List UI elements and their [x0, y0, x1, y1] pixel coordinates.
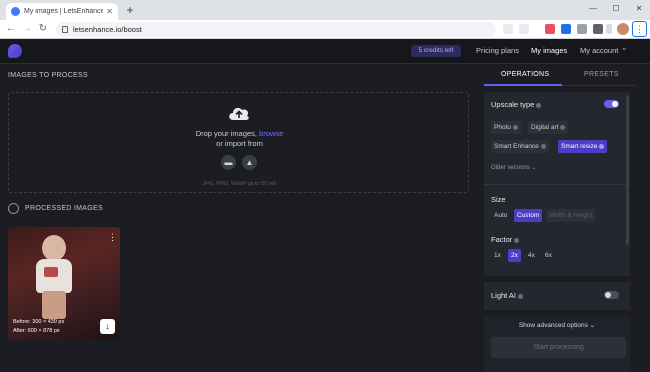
images-to-process-title: IMAGES TO PROCESS — [8, 72, 88, 79]
divider — [484, 184, 630, 185]
close-tab-icon[interactable]: ✕ — [106, 7, 113, 16]
upscale-type-toggle[interactable] — [604, 100, 619, 108]
option-smart-resize[interactable]: Smart resize — [558, 140, 608, 153]
tab-presets[interactable]: PRESETS — [584, 71, 619, 78]
factor-1x[interactable]: 1x — [491, 249, 504, 262]
logo-icon[interactable] — [8, 44, 22, 58]
sidebar-icon[interactable] — [606, 24, 612, 34]
select-all-radio[interactable] — [8, 203, 19, 214]
new-tab-icon[interactable]: + — [123, 3, 137, 17]
google-drive-icon[interactable]: ▲ — [242, 155, 257, 170]
close-window-icon[interactable]: ✕ — [628, 2, 650, 16]
reload-icon[interactable]: ↻ — [37, 23, 49, 35]
info-icon[interactable] — [518, 293, 524, 299]
factor-4x[interactable]: 4x — [525, 249, 538, 262]
factor-2x[interactable]: 2x — [508, 249, 521, 262]
browser-menu-icon[interactable]: ⋮ — [632, 21, 647, 37]
browser-toolbar: ← → ↻ letsenhance.io/boost ⋮ — [0, 20, 650, 39]
tab-title: My images | LetsEnhance.io - Im... — [24, 8, 104, 15]
start-processing-button[interactable]: Start processing — [491, 337, 626, 358]
share-icon[interactable] — [503, 24, 513, 34]
after-size: After: 600 × 878 px — [13, 328, 60, 334]
back-icon[interactable]: ← — [5, 23, 17, 35]
photo-thumbnail — [30, 235, 78, 319]
option-smart-enhance[interactable]: Smart Enhance — [491, 140, 549, 153]
cloud-upload-icon — [229, 107, 249, 120]
info-icon[interactable] — [514, 237, 520, 243]
import-text: or import from — [216, 139, 263, 148]
favicon-icon — [11, 7, 20, 16]
formats-hint: JPG, PNG, WebP up to 50 mb — [202, 181, 277, 187]
folder-icon[interactable]: ▬ — [221, 155, 236, 170]
processed-image-card[interactable]: ⋮ Before: 300 × 439 px After: 600 × 878 … — [8, 227, 120, 340]
size-label: Size — [491, 195, 506, 204]
main-content: IMAGES TO PROCESS Drop your images, brow… — [0, 64, 477, 372]
before-size: Before: 300 × 439 px — [13, 319, 65, 325]
extension-icon-2[interactable] — [577, 24, 587, 34]
option-photo[interactable]: Photo — [491, 121, 521, 134]
nav-my-account[interactable]: My account — [580, 46, 618, 55]
option-digital-art[interactable]: Digital art — [528, 121, 569, 134]
puzzle-icon[interactable] — [593, 24, 603, 34]
settings-panel: OPERATIONS PRESETS Upscale type Photo Di… — [477, 64, 650, 372]
size-auto[interactable]: Auto — [491, 209, 510, 222]
light-ai-toggle[interactable] — [604, 291, 619, 299]
tab-operations[interactable]: OPERATIONS — [501, 71, 549, 78]
light-ai-label: Light AI — [491, 291, 524, 300]
bookmark-star-icon[interactable] — [519, 24, 529, 34]
pocket-icon[interactable] — [545, 24, 555, 34]
minimize-icon[interactable]: — — [582, 2, 604, 16]
nav-pricing-plans[interactable]: Pricing plans — [476, 46, 519, 55]
active-tab-indicator — [484, 84, 562, 86]
more-options-icon[interactable]: ⋮ — [108, 232, 117, 243]
factor-label: Factor — [491, 235, 520, 244]
browser-tab[interactable]: My images | LetsEnhance.io - Im... ✕ — [6, 3, 118, 20]
drop-text-line: Drop your images, browse — [9, 129, 470, 138]
processed-images-title: PROCESSED IMAGES — [25, 205, 103, 212]
avatar[interactable] — [617, 23, 629, 35]
maximize-icon[interactable]: ☐ — [605, 2, 627, 16]
upscale-type-label: Upscale type — [491, 100, 542, 109]
advanced-section: Show advanced options ⌄ Start processing — [484, 316, 630, 372]
browser-tab-bar: My images | LetsEnhance.io - Im... ✕ + —… — [0, 0, 650, 20]
extension-icon[interactable] — [561, 24, 571, 34]
light-ai-card: Light AI — [484, 282, 630, 310]
download-icon[interactable]: ↓ — [100, 319, 115, 334]
url-text: letsenhance.io/boost — [73, 25, 142, 34]
chevron-down-icon[interactable]: ⌄ — [621, 43, 627, 52]
drop-text: Drop your images, — [195, 129, 257, 138]
operations-card: Upscale type Photo Digital art Smart Enh… — [484, 92, 630, 276]
app-header: 5 credits left Pricing plans My images M… — [0, 39, 650, 64]
info-icon[interactable] — [536, 102, 542, 108]
panel-scrollbar[interactable] — [626, 95, 629, 245]
browse-link[interactable]: browse — [259, 129, 283, 138]
nav-my-images[interactable]: My images — [531, 46, 567, 55]
factor-6x[interactable]: 6x — [542, 249, 555, 262]
lock-icon — [62, 26, 68, 33]
older-versions-toggle[interactable]: Older versions ⌄ — [491, 164, 536, 171]
size-width-height[interactable]: Width & Height — [546, 209, 596, 222]
forward-icon[interactable]: → — [21, 23, 33, 35]
address-bar[interactable]: letsenhance.io/boost — [56, 22, 496, 37]
show-advanced-options[interactable]: Show advanced options ⌄ — [484, 321, 630, 329]
size-custom[interactable]: Custom — [514, 209, 543, 222]
drop-zone[interactable]: Drop your images, browse or import from … — [8, 92, 469, 193]
credits-badge[interactable]: 5 credits left — [411, 45, 461, 57]
